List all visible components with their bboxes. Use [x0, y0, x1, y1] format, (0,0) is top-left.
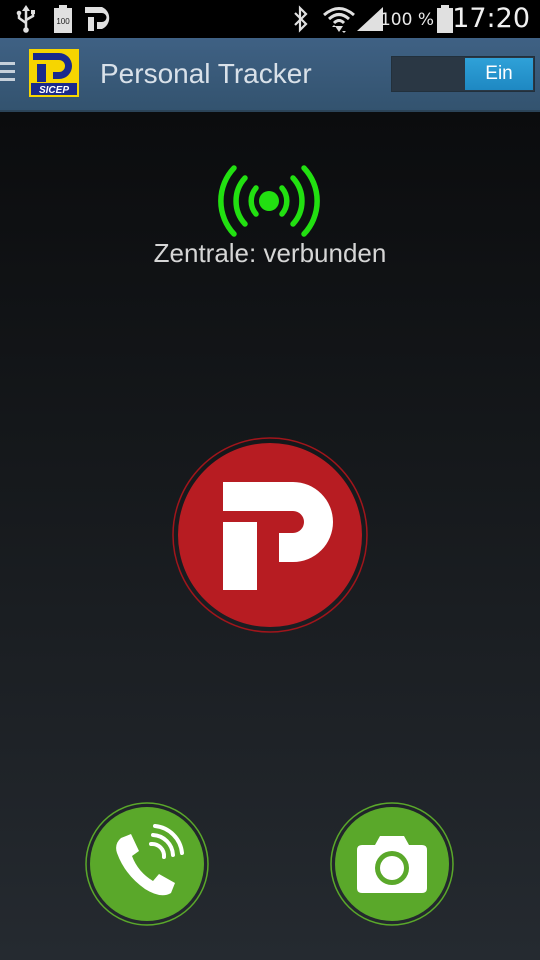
logo-text: SICEP — [39, 85, 69, 96]
battery-100-label: 100 — [56, 17, 70, 26]
camera-button[interactable] — [330, 802, 454, 926]
menu-icon[interactable] — [0, 62, 16, 84]
bluetooth-icon — [292, 0, 310, 38]
connection-signal-icon — [214, 162, 324, 242]
sicep-notification-icon — [84, 0, 114, 38]
battery-percent: 100 % — [379, 10, 434, 30]
panic-button[interactable] — [171, 436, 369, 634]
clock: 17:20 — [452, 3, 530, 34]
main-content: Zentrale: verbunden — [0, 112, 540, 960]
status-bar: 100 100 % 17:20 — [0, 0, 540, 38]
usb-icon — [16, 0, 36, 38]
action-bar: SICEP Personal Tracker Ein — [0, 38, 540, 112]
sicep-logo[interactable]: SICEP — [29, 49, 79, 97]
call-button[interactable] — [85, 802, 209, 926]
connection-status: Zentrale: verbunden — [153, 238, 387, 268]
app-title: Personal Tracker — [100, 58, 312, 89]
toggle-label: Ein — [465, 58, 533, 90]
battery-100-icon: 100 — [53, 0, 73, 38]
screen: 100 100 % 17:20 SICEP Personal Tracker E… — [0, 0, 540, 960]
wifi-icon — [322, 0, 356, 38]
tracking-toggle[interactable]: Ein — [391, 56, 535, 92]
